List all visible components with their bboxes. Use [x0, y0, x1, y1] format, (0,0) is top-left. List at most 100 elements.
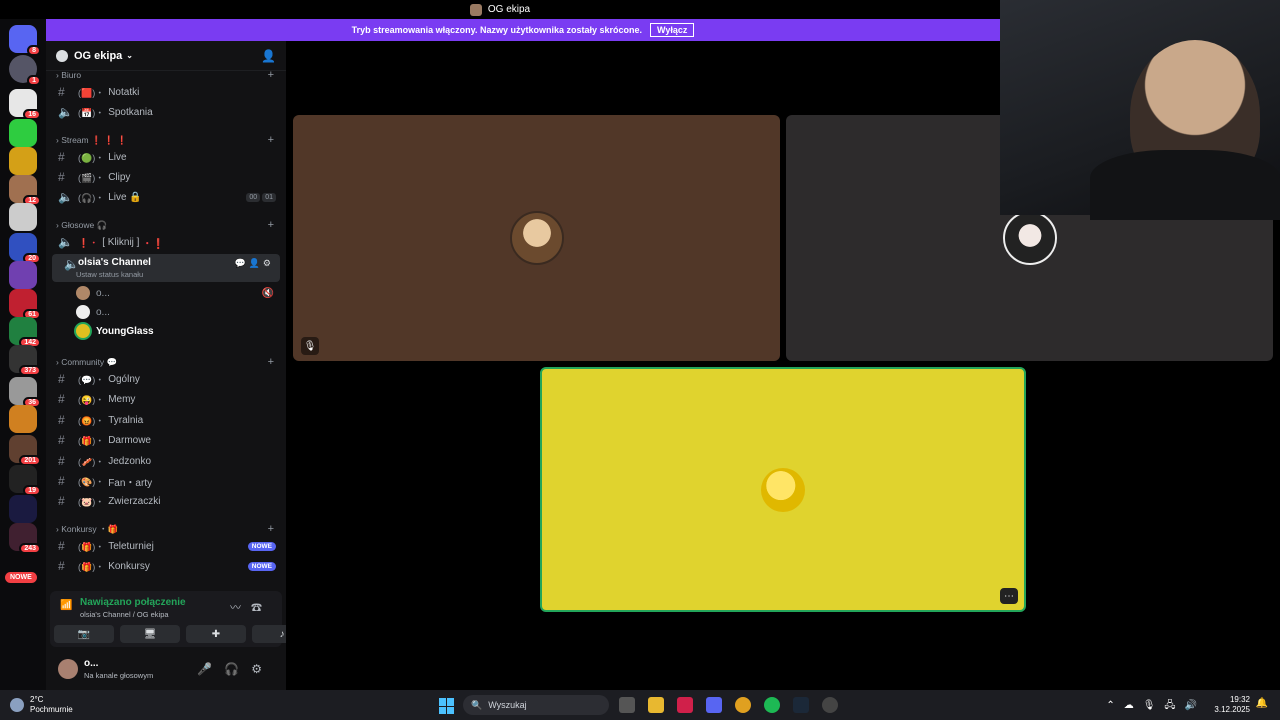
- participant-tile[interactable]: 🎙: [293, 115, 780, 361]
- start-button[interactable]: [439, 698, 455, 714]
- add-channel-icon[interactable]: +: [268, 523, 274, 535]
- server-header[interactable]: OG ekipa ⌄ 👤: [46, 41, 286, 71]
- set-status-link[interactable]: Ustaw status kanału: [76, 270, 143, 279]
- hash-icon: #: [58, 150, 65, 164]
- voice-user[interactable]: o... 🔇: [46, 283, 286, 303]
- connection-status[interactable]: Nawiązano połączenie: [80, 597, 186, 608]
- new-servers-pill[interactable]: NOWE: [5, 572, 37, 583]
- new-badge: NOWE: [247, 561, 276, 571]
- chrome-icon[interactable]: [735, 697, 751, 713]
- server-icon[interactable]: [9, 261, 37, 289]
- channel-jedzonko[interactable]: # (🥓)・ Jedzonko: [46, 451, 286, 471]
- server-icon[interactable]: [9, 405, 37, 433]
- hash-icon: #: [58, 433, 65, 447]
- add-channel-icon[interactable]: +: [268, 134, 274, 146]
- file-explorer-icon[interactable]: [648, 697, 664, 713]
- channel-spotkania[interactable]: 🔈 (📅)・ Spotkania: [46, 102, 286, 122]
- server-icon[interactable]: 12: [9, 175, 41, 206]
- screen-share-button[interactable]: 🖥: [120, 625, 180, 643]
- weather-condition: Pochmurnie: [30, 705, 73, 714]
- channel-label: Memy: [108, 393, 136, 405]
- mic-muted-icon[interactable]: 🎤: [197, 662, 224, 676]
- activities-button[interactable]: ✚: [186, 625, 246, 643]
- server-boost-icon: [56, 49, 68, 62]
- participant-tile-speaking[interactable]: ⋯: [540, 367, 1026, 612]
- invite-people-icon[interactable]: 👤: [261, 49, 276, 63]
- title-bar: OG ekipa: [0, 0, 1000, 19]
- more-options-icon[interactable]: ⋯: [1000, 588, 1018, 604]
- server-icon[interactable]: 19: [9, 465, 41, 496]
- voice-controls[interactable]: 〰☎: [230, 599, 272, 615]
- username[interactable]: o...: [84, 658, 98, 669]
- channel-ogolny[interactable]: # (💬)・ Ogólny: [46, 369, 286, 389]
- user-controls[interactable]: 🎤🎧⚙: [197, 662, 274, 676]
- channel-label: Zwierzaczki: [108, 495, 161, 507]
- emoji-icon: (🟢)・: [78, 152, 105, 163]
- headphones-icon[interactable]: 🎧: [224, 662, 251, 676]
- channel-notatki[interactable]: # (🟥)・ Notatki: [46, 82, 286, 102]
- camera-button[interactable]: 📷: [54, 625, 114, 643]
- server-icon[interactable]: 243: [9, 523, 41, 554]
- channel-label: Jedzonko: [108, 455, 152, 467]
- server-icon[interactable]: [9, 119, 37, 147]
- channel-fan-arty[interactable]: # (🎨)・ Fan・arty: [46, 471, 286, 491]
- voice-user[interactable]: o...: [46, 302, 286, 322]
- channel-label: Teleturniej: [108, 540, 154, 552]
- app-icon[interactable]: [822, 697, 838, 713]
- channel-tyralnia[interactable]: # (😡)・ Tyralnia: [46, 410, 286, 430]
- add-channel-icon[interactable]: +: [268, 219, 274, 231]
- voice-user[interactable]: YoungGlass: [46, 321, 286, 341]
- hash-icon: #: [58, 494, 65, 508]
- discord-taskbar-icon[interactable]: [706, 697, 722, 713]
- add-channel-icon[interactable]: +: [268, 71, 274, 81]
- system-tray[interactable]: ⌃☁🎙🖧🔊: [1106, 698, 1206, 715]
- folder-icon[interactable]: [9, 495, 37, 523]
- channel-actions[interactable]: 💬👤⚙: [235, 258, 274, 269]
- avatar: [76, 324, 90, 338]
- add-channel-icon[interactable]: +: [268, 356, 274, 368]
- avatar: [76, 286, 90, 300]
- connection-location[interactable]: olsia's Channel / OG ekipa: [80, 610, 169, 619]
- gear-icon[interactable]: ⚙: [251, 662, 274, 676]
- emoji-icon: (🥓)・: [78, 456, 105, 467]
- notification-icon[interactable]: 🔔: [1256, 698, 1268, 709]
- channel-kliknij[interactable]: 🔈 ❗・[ Kliknij ] ・❗: [46, 232, 286, 252]
- channel-konkursy[interactable]: # (🎁)・ Konkursy NOWE: [46, 556, 286, 576]
- channel-darmowe[interactable]: # (🎁)・ Darmowe: [46, 430, 286, 450]
- weather-widget[interactable]: 2°C Pochmurnie: [10, 695, 73, 715]
- avatar[interactable]: [58, 659, 78, 679]
- channel-clipy[interactable]: # (🎬)・ Clipy: [46, 167, 286, 187]
- server-icon[interactable]: [9, 203, 37, 231]
- badge: 1: [27, 75, 41, 86]
- user-label: o...: [96, 287, 110, 299]
- channel-memy[interactable]: # (😜)・ Memy: [46, 389, 286, 409]
- emoji-icon: (🎁)・: [78, 541, 105, 552]
- server-icon[interactable]: 1: [9, 55, 41, 86]
- discord-home-icon[interactable]: 8: [9, 25, 41, 56]
- server-icon[interactable]: 16: [9, 89, 41, 120]
- steam-icon[interactable]: [793, 697, 809, 713]
- clock[interactable]: 19:32 3.12.2025: [1214, 695, 1250, 715]
- server-icon[interactable]: 142: [9, 317, 41, 348]
- tiktok-icon[interactable]: [677, 697, 693, 713]
- mic-muted-icon: 🎙: [301, 337, 319, 355]
- signal-icon[interactable]: 📶: [60, 600, 72, 611]
- server-icon[interactable]: 201: [9, 435, 41, 466]
- chevron-down-icon: ⌄: [126, 51, 133, 60]
- server-icon[interactable]: 20: [9, 233, 41, 264]
- server-icon[interactable]: 373: [9, 345, 41, 376]
- server-icon[interactable]: 36: [9, 377, 41, 408]
- channel-label: Clipy: [108, 171, 131, 183]
- server-icon[interactable]: [9, 147, 37, 175]
- task-view-icon[interactable]: [619, 697, 635, 713]
- channel-olsias-channel[interactable]: 🔈 olsia's Channel Ustaw status kanału 💬👤…: [52, 254, 280, 282]
- server-icon[interactable]: 61: [9, 289, 41, 320]
- disable-streamer-mode-button[interactable]: Wyłącz: [650, 23, 695, 37]
- hash-icon: #: [58, 85, 65, 99]
- spotify-icon[interactable]: [764, 697, 780, 713]
- taskbar-search[interactable]: 🔍 Wyszukaj: [463, 695, 609, 715]
- channel-teleturniej[interactable]: # (🎁)・ Teleturniej NOWE: [46, 536, 286, 556]
- channel-live-voice[interactable]: 🔈 (🎧)・ Live 🔒 00 01: [46, 187, 286, 207]
- channel-live[interactable]: # (🟢)・ Live: [46, 147, 286, 167]
- channel-zwierzaczki[interactable]: # (🐷)・ Zwierzaczki: [46, 491, 286, 511]
